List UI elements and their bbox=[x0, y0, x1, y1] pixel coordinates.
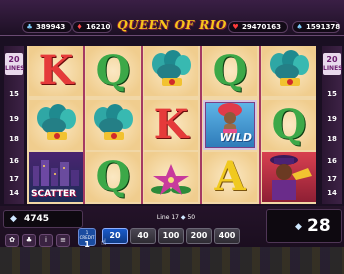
feather-plume-icon bbox=[37, 104, 76, 140]
reel-divider bbox=[200, 46, 202, 204]
heart-icon: ♥ bbox=[232, 23, 239, 31]
lines-badge[interactable]: 20 LINES bbox=[323, 53, 343, 75]
diamond-icon: ◆ bbox=[180, 214, 186, 221]
lines-badge[interactable]: 20 LINES bbox=[5, 53, 25, 75]
hand-cursor-icon: ☝ bbox=[101, 238, 107, 248]
line-marker[interactable]: 17 bbox=[322, 175, 342, 183]
wild-label: WILD bbox=[219, 131, 252, 144]
reel-symbol-a: A bbox=[203, 152, 257, 202]
reel-divider bbox=[259, 46, 261, 204]
spade-icon: ♠ bbox=[296, 23, 303, 31]
jackpot-value: 29470163 bbox=[242, 23, 281, 31]
reel-symbol-plume bbox=[144, 46, 198, 96]
scatter-label: SCATTER bbox=[31, 189, 76, 199]
bet-button-400[interactable]: 400 bbox=[214, 228, 240, 244]
reel-symbol-k: K bbox=[144, 100, 198, 150]
flower-icon bbox=[151, 164, 191, 195]
lines-panel-left: 20 LINES 15 19 18 16 17 14 bbox=[4, 46, 25, 204]
jackpot-diamond: ♦ 16210 bbox=[72, 21, 112, 33]
reel-symbol-q: Q bbox=[262, 100, 316, 150]
denomination-button[interactable]: 1 CREDIT 1 bbox=[78, 228, 96, 249]
reel-symbol-flower bbox=[144, 152, 198, 202]
reel-symbol-k: K bbox=[29, 46, 83, 96]
feather-plume-icon bbox=[152, 50, 191, 86]
jackpot-value: 389943 bbox=[36, 23, 66, 31]
reel-symbol-q: Q bbox=[86, 152, 140, 202]
trumpet-player-icon bbox=[270, 155, 312, 200]
game-logo: QUEEN OF RIO bbox=[117, 18, 227, 32]
reel-divider bbox=[141, 46, 143, 204]
jackpot-value: 16210 bbox=[86, 23, 111, 31]
cards-icon: ♣ bbox=[25, 236, 33, 244]
reel-symbol-scatter: SCATTER bbox=[29, 152, 83, 202]
feather-plume-icon bbox=[270, 50, 309, 86]
line-marker[interactable]: 16 bbox=[322, 157, 342, 165]
diamond-icon: ◆ bbox=[295, 222, 302, 232]
club-icon: ♣ bbox=[26, 23, 33, 31]
reel-divider bbox=[83, 46, 85, 204]
diamond-icon: ♦ bbox=[76, 23, 83, 31]
lines-panel-right: 20 LINES 15 19 18 16 17 14 bbox=[322, 46, 343, 204]
info-button[interactable]: i bbox=[39, 234, 53, 247]
diamond-icon: ◆ bbox=[10, 214, 17, 224]
reel-symbol-plume bbox=[86, 100, 140, 150]
utility-buttons: ✿ ♣ i ≡ bbox=[5, 234, 70, 247]
menu-icon: ≡ bbox=[60, 236, 66, 244]
credit-value: 4745 bbox=[24, 214, 50, 224]
line-marker[interactable]: 14 bbox=[4, 189, 24, 197]
decorative-strip bbox=[0, 247, 344, 274]
top-bar: ♣ 389943 ♦ 16210 QUEEN OF RIO ♥ 29470163… bbox=[0, 0, 344, 36]
line-marker[interactable]: 14 bbox=[322, 189, 342, 197]
line-marker[interactable]: 17 bbox=[4, 175, 24, 183]
gear-icon: ✿ bbox=[9, 236, 15, 244]
credit-display: ◆ 4745 bbox=[3, 210, 83, 228]
reel-symbol-q: Q bbox=[203, 46, 257, 96]
menu-button[interactable]: ≡ bbox=[56, 234, 70, 247]
jackpot-value: 1591378 bbox=[306, 23, 341, 31]
info-icon: i bbox=[45, 236, 47, 244]
reel-symbol-trumpet bbox=[262, 152, 316, 202]
bet-button-200[interactable]: 200 bbox=[186, 228, 212, 244]
bet-button-100[interactable]: 100 bbox=[158, 228, 184, 244]
jackpot-spade: ♠ 1591378 bbox=[292, 21, 340, 33]
feather-plume-icon bbox=[94, 104, 133, 140]
line-win-info: Line 17 ◆ 50 bbox=[156, 214, 196, 221]
reel-symbol-plume bbox=[262, 46, 316, 96]
bet-button-40[interactable]: 40 bbox=[130, 228, 156, 244]
gamble-button[interactable]: ♣ bbox=[22, 234, 36, 247]
bet-display: ◆ 28 bbox=[266, 209, 342, 243]
line-marker[interactable]: 18 bbox=[4, 135, 24, 143]
settings-button[interactable]: ✿ bbox=[5, 234, 19, 247]
line-marker[interactable]: 16 bbox=[4, 157, 24, 165]
line-marker[interactable]: 18 bbox=[322, 135, 342, 143]
jackpot-heart: ♥ 29470163 bbox=[228, 21, 288, 33]
reel-symbol-wild: WILD bbox=[203, 100, 257, 150]
reel-symbol-plume bbox=[29, 100, 83, 150]
line-marker[interactable]: 19 bbox=[4, 115, 24, 123]
line-marker[interactable]: 15 bbox=[4, 90, 24, 98]
bet-value: 28 bbox=[307, 216, 331, 236]
reel-symbol-q: Q bbox=[86, 46, 140, 96]
line-marker[interactable]: 19 bbox=[322, 115, 342, 123]
line-marker[interactable]: 15 bbox=[322, 90, 342, 98]
jackpot-club: ♣ 389943 bbox=[22, 21, 72, 33]
